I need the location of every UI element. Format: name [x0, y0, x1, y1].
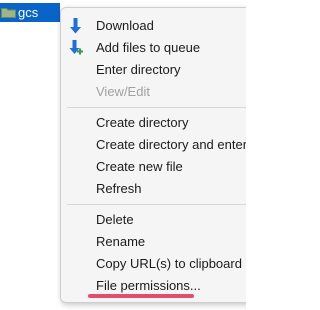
menu-item-create-new-file[interactable]: Create new file — [61, 156, 246, 178]
menu-item-enter-directory[interactable]: Enter directory — [61, 59, 246, 81]
menu-item-refresh[interactable]: Refresh — [61, 178, 246, 200]
menu-item-label: Create directory and enter i — [96, 137, 246, 152]
menu-item-label: Rename — [96, 234, 146, 249]
menu-item-label: Download — [96, 18, 154, 33]
highlight-underline — [88, 294, 194, 298]
menu-item-view-edit: View/Edit — [61, 81, 246, 103]
menu-item-label: File permissions... — [96, 278, 201, 293]
file-list-background — [0, 22, 60, 310]
menu-item-delete[interactable]: Delete — [61, 209, 246, 231]
menu-item-label: View/Edit — [96, 84, 150, 99]
add-to-queue-icon — [69, 40, 83, 55]
menu-item-label: Delete — [96, 212, 134, 227]
menu-item-label: Create new file — [96, 159, 183, 174]
file-list-row-selected[interactable]: gcs — [0, 3, 60, 22]
menu-item-label: Create directory — [96, 115, 189, 130]
menu-item-label: Add files to queue — [96, 40, 201, 55]
menu-item-download[interactable]: Download — [61, 15, 246, 37]
download-arrow-icon — [70, 18, 81, 34]
screen: gcs Download Add files to queue Enter di… — [0, 0, 246, 310]
menu-separator — [67, 204, 246, 205]
menu-item-label: Copy URL(s) to clipboard — [96, 256, 242, 271]
context-menu: Download Add files to queue Enter direct… — [60, 7, 246, 303]
menu-item-label: Refresh — [96, 181, 142, 196]
menu-item-copy-urls[interactable]: Copy URL(s) to clipboard — [61, 253, 246, 275]
folder-icon — [1, 8, 16, 18]
menu-item-rename[interactable]: Rename — [61, 231, 246, 253]
menu-item-add-to-queue[interactable]: Add files to queue — [61, 37, 246, 59]
menu-separator — [67, 107, 246, 108]
menu-item-create-directory-and-enter[interactable]: Create directory and enter i — [61, 134, 246, 156]
file-name: gcs — [18, 5, 39, 20]
menu-item-label: Enter directory — [96, 62, 181, 77]
menu-item-create-directory[interactable]: Create directory — [61, 112, 246, 134]
